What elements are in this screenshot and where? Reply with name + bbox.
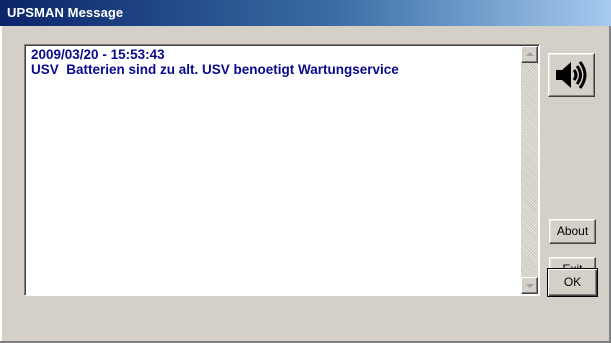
about-button[interactable]: About xyxy=(549,219,596,244)
speaker-volume-icon xyxy=(556,61,587,89)
title-bar[interactable]: UPSMAN Message xyxy=(0,0,611,26)
ok-button[interactable]: OK xyxy=(547,268,598,297)
sound-toggle-button[interactable] xyxy=(548,53,595,97)
down-arrow-icon xyxy=(526,284,534,288)
up-arrow-icon xyxy=(526,52,534,56)
message-timestamp: 2009/03/20 - 15:53:43 xyxy=(31,47,165,62)
window-title: UPSMAN Message xyxy=(7,5,124,20)
scroll-up-button[interactable] xyxy=(521,46,538,63)
message-body: USV Batterien sind zu alt. USV benoetigt… xyxy=(31,62,399,77)
ok-button-label: OK xyxy=(563,275,582,289)
window-frame-left xyxy=(0,26,2,343)
vertical-scrollbar[interactable] xyxy=(521,46,538,294)
scroll-down-button[interactable] xyxy=(521,277,538,294)
message-content: 2009/03/20 - 15:53:43 USV Batterien sind … xyxy=(31,47,399,77)
about-button-label: About xyxy=(556,224,589,238)
message-textbox[interactable]: 2009/03/20 - 15:53:43 USV Batterien sind … xyxy=(24,44,540,296)
